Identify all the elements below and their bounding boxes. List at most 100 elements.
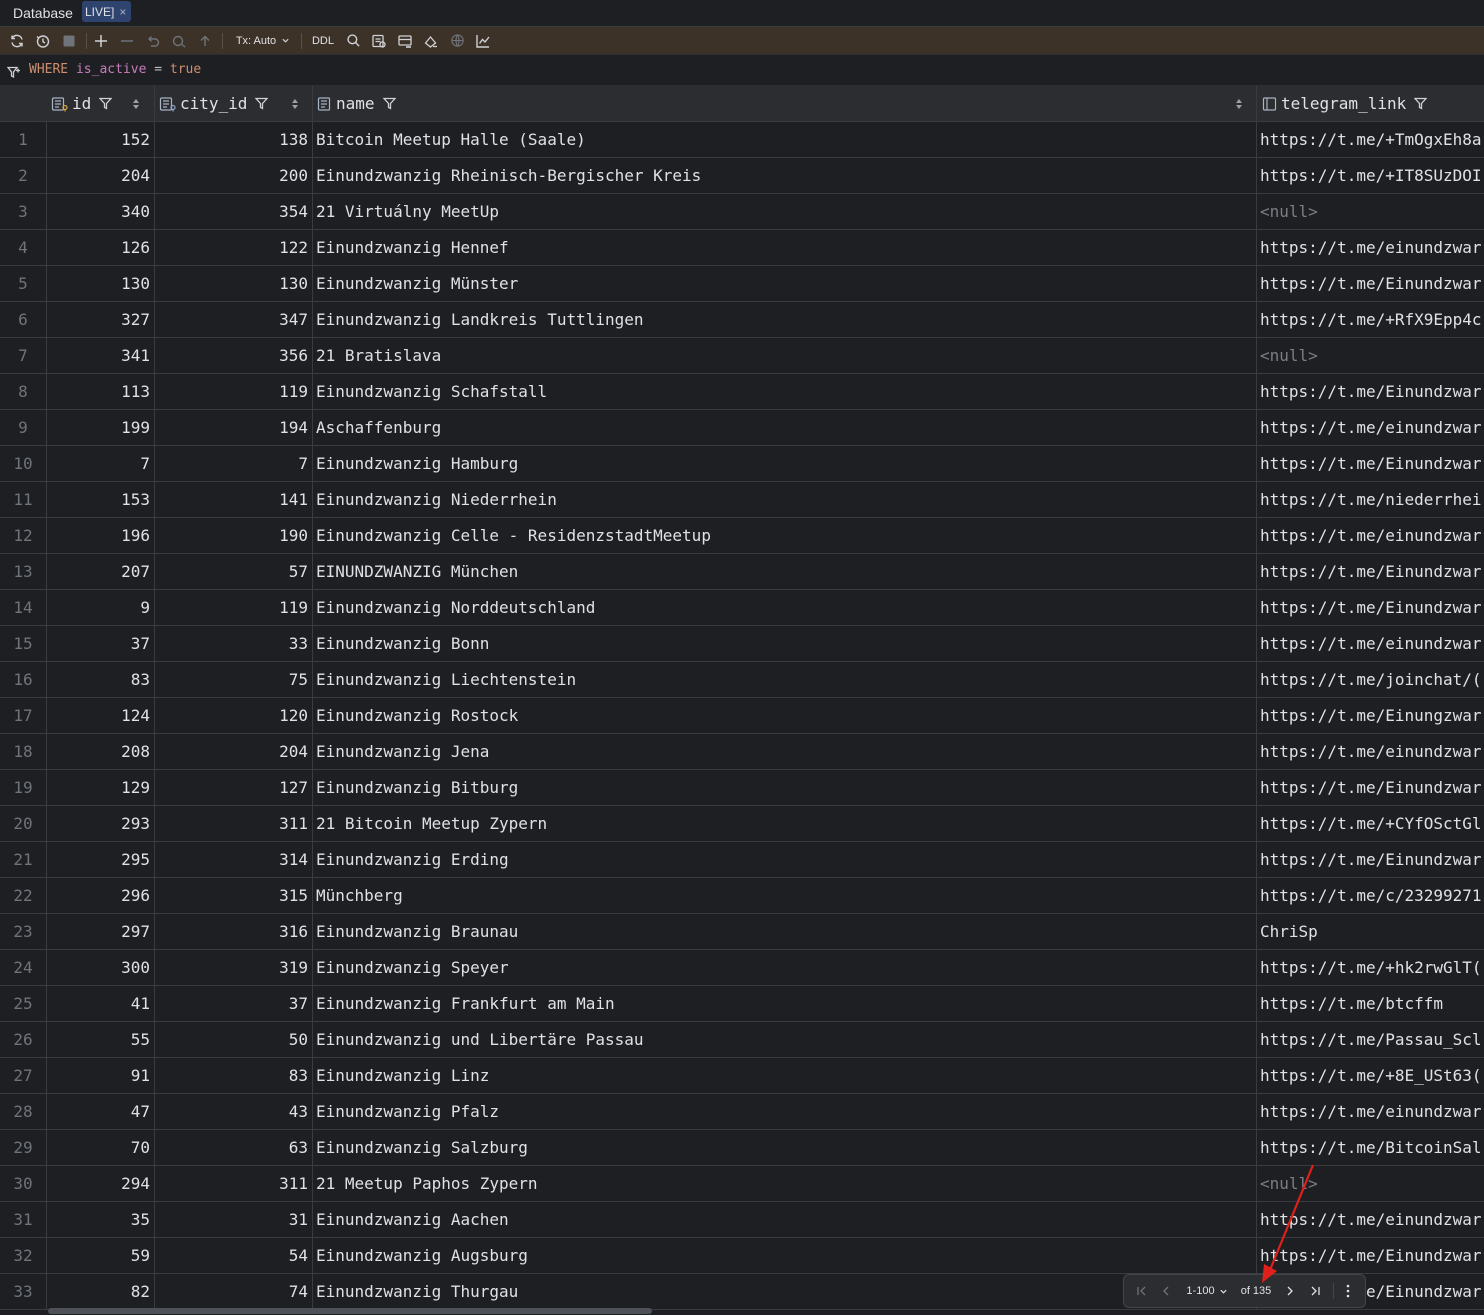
cell-id[interactable]: 294 <box>47 1166 150 1201</box>
cell-name[interactable]: Einundzwanzig Münster <box>316 266 1251 301</box>
table-row[interactable]: 24 300 319 Einundzwanzig Speyer https://t.me… <box>0 950 1484 986</box>
row-number[interactable]: 14 <box>0 590 47 625</box>
table-row[interactable]: 30 294 311 21 Meetup Paphos Zypern <null> <box>0 1166 1484 1202</box>
cell-city-id[interactable]: 75 <box>155 662 308 697</box>
tab-database[interactable]: Database <box>13 0 73 26</box>
add-row-icon[interactable] <box>90 27 112 54</box>
cell-id[interactable]: 153 <box>47 482 150 517</box>
row-number[interactable]: 4 <box>0 230 47 265</box>
cell-telegram-link[interactable]: https://t.me/einundzwar <box>1260 518 1484 553</box>
cell-id[interactable]: 113 <box>47 374 150 409</box>
cell-name[interactable]: Aschaffenburg <box>316 410 1251 445</box>
table-row[interactable]: 13 207 57 EINUNDZWANZIG München https://t.me… <box>0 554 1484 590</box>
cell-city-id[interactable]: 37 <box>155 986 308 1021</box>
cell-id[interactable]: 327 <box>47 302 150 337</box>
cell-city-id[interactable]: 33 <box>155 626 308 661</box>
cell-name[interactable]: Einundzwanzig Norddeutschland <box>316 590 1251 625</box>
table-row[interactable]: 11 153 141 Einundzwanzig Niederrhein https:/… <box>0 482 1484 518</box>
row-number[interactable]: 33 <box>0 1274 47 1309</box>
table-row[interactable]: 32 59 54 Einundzwanzig Augsburg https://t.me… <box>0 1238 1484 1274</box>
row-number[interactable]: 19 <box>0 770 47 805</box>
cell-telegram-link[interactable]: https://t.me/niederrhei <box>1260 482 1484 517</box>
cell-telegram-link[interactable]: <null> <box>1260 338 1484 373</box>
row-number[interactable]: 2 <box>0 158 47 193</box>
cell-city-id[interactable]: 200 <box>155 158 308 193</box>
cell-telegram-link[interactable]: https://t.me/einundzwar <box>1260 734 1484 769</box>
cell-name[interactable]: Münchberg <box>316 878 1251 913</box>
table-row[interactable]: 8 113 119 Einundzwanzig Schafstall https://t… <box>0 374 1484 410</box>
table-row[interactable]: 6 327 347 Einundzwanzig Landkreis Tuttlinge… <box>0 302 1484 338</box>
cell-telegram-link[interactable]: https://t.me/Einundzwar <box>1260 1238 1484 1273</box>
cell-id[interactable]: 126 <box>47 230 150 265</box>
row-number[interactable]: 18 <box>0 734 47 769</box>
cell-city-id[interactable]: 54 <box>155 1238 308 1273</box>
cell-name[interactable]: 21 Bratislava <box>316 338 1251 373</box>
cell-city-id[interactable]: 356 <box>155 338 308 373</box>
cell-name[interactable]: Einundzwanzig Bitburg <box>316 770 1251 805</box>
cell-telegram-link[interactable]: https://t.me/einundzwar <box>1260 626 1484 661</box>
column-divider[interactable] <box>154 86 155 121</box>
row-number[interactable]: 27 <box>0 1058 47 1093</box>
sort-icon[interactable] <box>132 86 140 121</box>
cell-city-id[interactable]: 119 <box>155 590 308 625</box>
table-row[interactable]: 29 70 63 Einundzwanzig Salzburg https://t.me… <box>0 1130 1484 1166</box>
row-number[interactable]: 32 <box>0 1238 47 1273</box>
cell-id[interactable]: 152 <box>47 122 150 157</box>
row-number[interactable]: 9 <box>0 410 47 445</box>
column-filter-icon[interactable] <box>255 97 269 110</box>
cell-id[interactable]: 7 <box>47 446 150 481</box>
row-number[interactable]: 11 <box>0 482 47 517</box>
table-row[interactable]: 21 295 314 Einundzwanzig Erding https://t.me… <box>0 842 1484 878</box>
stop-icon[interactable] <box>58 27 80 54</box>
column-header-city-id[interactable]: city_id <box>159 86 269 121</box>
table-row[interactable]: 16 83 75 Einundzwanzig Liechtenstein https:/… <box>0 662 1484 698</box>
cell-id[interactable]: 41 <box>47 986 150 1021</box>
cell-telegram-link[interactable]: https://t.me/Einundzwar <box>1260 554 1484 589</box>
table-row[interactable]: 31 35 31 Einundzwanzig Aachen https://t.me/e… <box>0 1202 1484 1238</box>
cell-id[interactable]: 129 <box>47 770 150 805</box>
cell-id[interactable]: 207 <box>47 554 150 589</box>
row-number[interactable]: 16 <box>0 662 47 697</box>
column-header-id[interactable]: id <box>51 86 113 121</box>
cell-telegram-link[interactable]: https://t.me/+RfX9Epp4c <box>1260 302 1484 337</box>
row-number[interactable]: 24 <box>0 950 47 985</box>
cell-name[interactable]: Einundzwanzig Pfalz <box>316 1094 1251 1129</box>
cell-id[interactable]: 199 <box>47 410 150 445</box>
cell-city-id[interactable]: 31 <box>155 1202 308 1237</box>
table-row[interactable]: 19 129 127 Einundzwanzig Bitburg https://t.m… <box>0 770 1484 806</box>
cell-id[interactable]: 296 <box>47 878 150 913</box>
cell-name[interactable]: Einundzwanzig Liechtenstein <box>316 662 1251 697</box>
table-row[interactable]: 28 47 43 Einundzwanzig Pfalz https://t.me/ei… <box>0 1094 1484 1130</box>
cell-name[interactable]: Einundzwanzig Braunau <box>316 914 1251 949</box>
table-row[interactable]: 17 124 120 Einundzwanzig Rostock https://t.m… <box>0 698 1484 734</box>
row-number[interactable]: 15 <box>0 626 47 661</box>
table-row[interactable]: 1 152 138 Bitcoin Meetup Halle (Saale) https… <box>0 122 1484 158</box>
table-row[interactable]: 25 41 37 Einundzwanzig Frankfurt am Main htt… <box>0 986 1484 1022</box>
cell-name[interactable]: Einundzwanzig Schafstall <box>316 374 1251 409</box>
table-row[interactable]: 26 55 50 Einundzwanzig und Libertäre Passau… <box>0 1022 1484 1058</box>
table-row[interactable]: 7 341 356 21 Bratislava <null> <box>0 338 1484 374</box>
table-row[interactable]: 15 37 33 Einundzwanzig Bonn https://t.me/ein… <box>0 626 1484 662</box>
column-header-telegram-link[interactable]: telegram_link <box>1262 86 1428 121</box>
horizontal-scrollbar[interactable] <box>48 1308 652 1314</box>
cell-id[interactable]: 130 <box>47 266 150 301</box>
row-number[interactable]: 6 <box>0 302 47 337</box>
cell-name[interactable]: Bitcoin Meetup Halle (Saale) <box>316 122 1251 157</box>
cell-city-id[interactable]: 120 <box>155 698 308 733</box>
cell-id[interactable]: 70 <box>47 1130 150 1165</box>
cell-city-id[interactable]: 63 <box>155 1130 308 1165</box>
cell-id[interactable]: 340 <box>47 194 150 229</box>
cell-telegram-link[interactable]: https://t.me/Passau_Scl <box>1260 1022 1484 1057</box>
view-query-icon[interactable] <box>368 27 390 54</box>
cell-telegram-link[interactable]: https://t.me/+TmOgxEh8a <box>1260 122 1484 157</box>
column-divider[interactable] <box>1256 86 1257 121</box>
column-divider[interactable] <box>312 86 313 121</box>
row-number[interactable]: 7 <box>0 338 47 373</box>
cell-name[interactable]: 21 Virtuálny MeetUp <box>316 194 1251 229</box>
cell-telegram-link[interactable]: <null> <box>1260 194 1484 229</box>
column-filter-icon[interactable] <box>382 97 396 110</box>
total-rows-label[interactable]: of 135 <box>1236 1275 1276 1307</box>
row-number[interactable]: 31 <box>0 1202 47 1237</box>
cell-telegram-link[interactable]: https://t.me/Einungzwar <box>1260 698 1484 733</box>
cell-telegram-link[interactable]: https://t.me/+8E_USt63( <box>1260 1058 1484 1093</box>
